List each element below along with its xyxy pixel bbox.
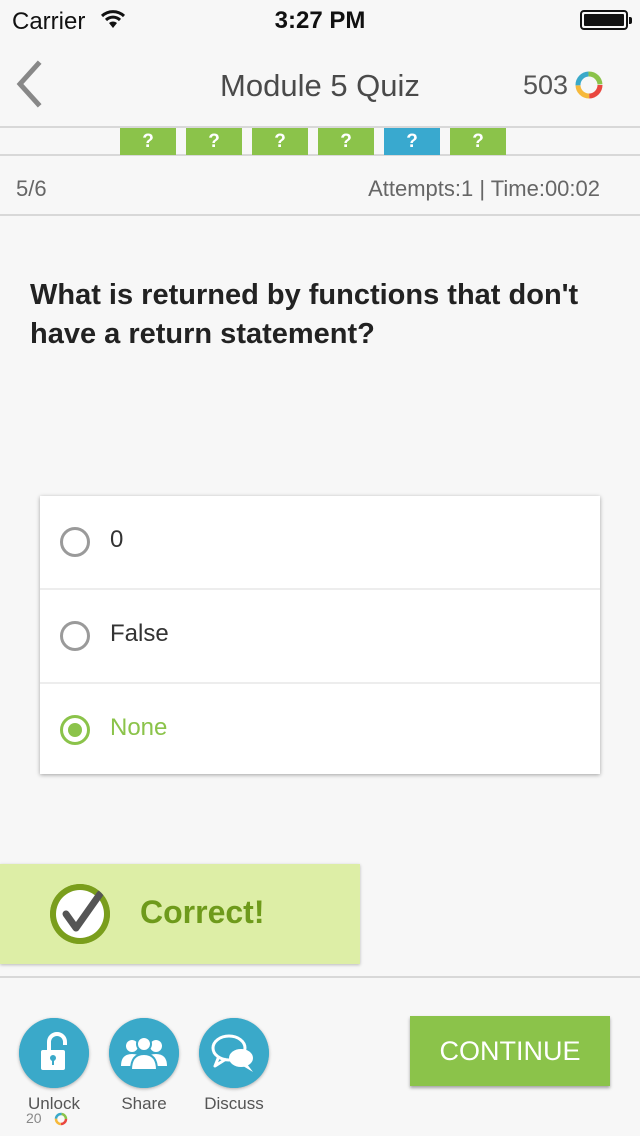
- battery-icon: [580, 10, 632, 30]
- answers-card: 0 False None: [40, 496, 600, 774]
- answer-label: 0: [110, 526, 124, 553]
- answer-label: False: [110, 620, 169, 647]
- unlock-icon[interactable]: [19, 1018, 89, 1088]
- answer-option[interactable]: False: [40, 588, 600, 680]
- share-label: Share: [121, 1094, 167, 1113]
- people-icon[interactable]: [109, 1018, 179, 1088]
- question-counter: 5/6: [16, 176, 47, 201]
- radio-unchecked-icon[interactable]: [60, 621, 90, 651]
- quiz-info-row: 5/6 Attempts:1 | Time:00:02: [0, 158, 640, 216]
- discuss-button[interactable]: Discuss: [194, 1018, 274, 1114]
- nav-bar: Module 5 Quiz 503: [0, 40, 640, 128]
- result-text: Correct!: [140, 894, 265, 930]
- unlock-button[interactable]: Unlock: [14, 1018, 94, 1114]
- attempts-time: Attempts:1 | Time:00:02: [368, 176, 600, 201]
- discuss-label: Discuss: [204, 1094, 264, 1113]
- status-bar: Carrier 3:27 PM: [0, 0, 640, 40]
- progress-step-1[interactable]: ?: [120, 128, 176, 155]
- progress-step-6[interactable]: ?: [450, 128, 506, 155]
- answer-option-selected[interactable]: None: [40, 682, 600, 774]
- unlock-cost: 20: [26, 1110, 42, 1126]
- clock: 3:27 PM: [274, 7, 366, 34]
- radio-unchecked-icon[interactable]: [60, 527, 90, 557]
- result-banner: Correct!: [0, 864, 360, 964]
- radio-checked-icon[interactable]: [60, 715, 90, 745]
- quiz-progress: ? ? ? ? ? ?: [0, 128, 640, 156]
- progress-step-5[interactable]: ?: [384, 128, 440, 155]
- sololearn-logo-icon: [575, 71, 603, 99]
- share-button[interactable]: Share: [104, 1018, 184, 1114]
- checkmark-icon: [50, 884, 110, 944]
- bottom-action-bar: Unlock 20 Share Discuss CONTINUE: [0, 976, 640, 1136]
- xp-count: 503: [522, 70, 568, 100]
- sololearn-logo-icon: [54, 1112, 68, 1126]
- answer-option[interactable]: 0: [40, 496, 600, 588]
- progress-step-3[interactable]: ?: [252, 128, 308, 155]
- speech-bubbles-icon[interactable]: [199, 1018, 269, 1088]
- continue-button[interactable]: CONTINUE: [410, 1016, 610, 1086]
- progress-step-2[interactable]: ?: [186, 128, 242, 155]
- answer-label: None: [110, 714, 168, 741]
- progress-step-4[interactable]: ?: [318, 128, 374, 155]
- question-text: What is returned by functions that don't…: [30, 279, 579, 350]
